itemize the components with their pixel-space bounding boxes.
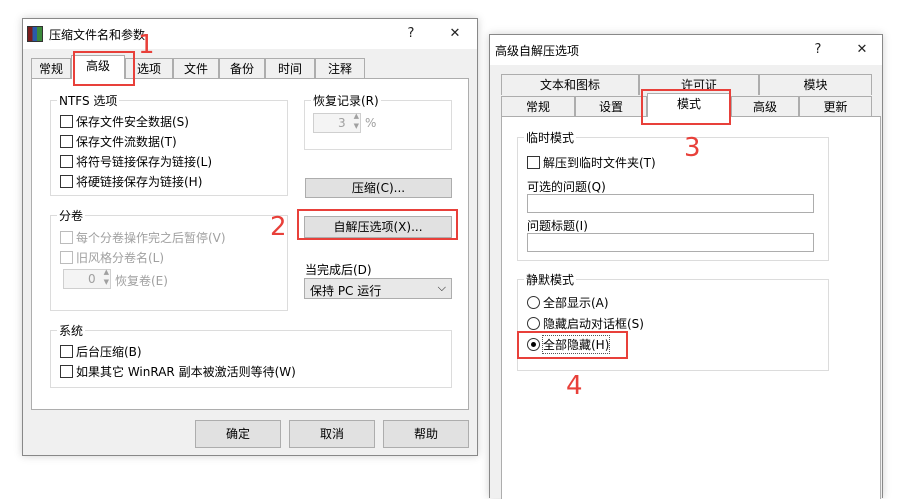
highlight-box-mode-tab: [641, 89, 731, 125]
close-icon[interactable]: ✕: [443, 23, 467, 45]
checkbox-box[interactable]: [60, 345, 73, 358]
compress-button[interactable]: 压缩(C)...: [305, 178, 452, 198]
checkbox-label: 解压到临时文件夹(T): [543, 156, 656, 170]
question-title-label: 问题标题(I): [527, 219, 588, 233]
tab-comment[interactable]: 注释: [315, 58, 365, 79]
title-bar[interactable]: 压缩文件名和参数 ? ✕: [23, 19, 477, 49]
checkbox-save-streams[interactable]: 保存文件流数据(T): [60, 133, 177, 150]
spin-up-icon[interactable]: ▲: [354, 112, 359, 120]
group-title: 系统: [57, 322, 86, 339]
radio-show-all[interactable]: 全部显示(A): [527, 294, 609, 311]
group-title: 临时模式: [524, 129, 577, 146]
spinner-value: 0: [88, 272, 96, 286]
checkbox-save-security[interactable]: 保存文件安全数据(S): [60, 113, 189, 130]
chevron-down-icon: ⌵: [437, 281, 446, 294]
recovery-volumes-label: 恢复卷(E): [115, 274, 168, 288]
radio-button[interactable]: [527, 317, 540, 330]
checkbox-label: 保存文件安全数据(S): [76, 115, 189, 129]
temp-mode-group: 临时模式 解压到临时文件夹(T) 可选的问题(Q) 问题标题(I): [517, 129, 829, 261]
tab-files[interactable]: 文件: [173, 58, 219, 79]
help-button[interactable]: 帮助: [383, 420, 469, 448]
checkbox-box[interactable]: [60, 115, 73, 128]
optional-question-input[interactable]: [527, 194, 814, 213]
checkbox-hardlinks[interactable]: 将硬链接保存为链接(H): [60, 173, 202, 190]
radio-hide-start[interactable]: 隐藏启动对话框(S): [527, 315, 644, 332]
annotation-number: 2: [270, 212, 287, 242]
tab-update[interactable]: 更新: [799, 96, 872, 117]
radio-label: 全部显示(A): [543, 296, 609, 310]
tab-general[interactable]: 常规: [501, 96, 575, 117]
checkbox-label: 后台压缩(B): [76, 345, 142, 359]
group-title: 分卷: [57, 207, 86, 224]
question-title-input[interactable]: [527, 233, 814, 252]
spinner-value: 3: [338, 116, 346, 130]
tab-text-icon[interactable]: 文本和图标: [501, 74, 639, 95]
tab-setup[interactable]: 设置: [575, 96, 647, 117]
checkbox-label: 每个分卷操作完之后暂停(V): [76, 231, 226, 245]
group-title: NTFS 选项: [57, 92, 120, 109]
annotation-number: 1: [138, 30, 155, 60]
ok-button[interactable]: 确定: [195, 420, 281, 448]
help-icon[interactable]: ?: [806, 39, 830, 61]
optional-question-label: 可选的问题(Q): [527, 180, 606, 194]
volumes-group: 分卷 每个分卷操作完之后暂停(V) 旧风格分卷名(L) 0 ▲ ▼ 恢复卷(E): [50, 207, 288, 311]
on-complete-select[interactable]: 保持 PC 运行 ⌵: [304, 278, 452, 299]
checkbox-box[interactable]: [60, 135, 73, 148]
recovery-volumes-spinner[interactable]: 0 ▲ ▼: [63, 268, 111, 289]
checkbox-label: 保存文件流数据(T): [76, 135, 177, 149]
annotation-number: 3: [684, 133, 701, 163]
checkbox-old-style-names[interactable]: 旧风格分卷名(L): [60, 249, 164, 266]
spin-up-icon[interactable]: ▲: [104, 268, 109, 276]
percent-unit: %: [365, 116, 377, 130]
checkbox-wait-other[interactable]: 如果其它 WinRAR 副本被激活则等待(W): [60, 363, 296, 380]
help-icon[interactable]: ?: [399, 23, 423, 45]
checkbox-extract-temp[interactable]: 解压到临时文件夹(T): [527, 154, 656, 171]
checkbox-pause-volumes[interactable]: 每个分卷操作完之后暂停(V): [60, 229, 226, 246]
tab-module[interactable]: 模块: [759, 74, 872, 95]
checkbox-background[interactable]: 后台压缩(B): [60, 343, 142, 360]
mode-panel: 临时模式 解压到临时文件夹(T) 可选的问题(Q) 问题标题(I) 静默模式 全…: [501, 116, 881, 499]
annotation-number: 4: [566, 371, 583, 401]
window-title: 压缩文件名和参数: [49, 28, 146, 42]
cancel-button[interactable]: 取消: [289, 420, 375, 448]
checkbox-symlinks[interactable]: 将符号链接保存为链接(L): [60, 153, 212, 170]
title-bar[interactable]: 高级自解压选项 ? ✕: [490, 35, 882, 65]
checkbox-box[interactable]: [527, 156, 540, 169]
checkbox-label: 如果其它 WinRAR 副本被激活则等待(W): [76, 365, 296, 379]
recovery-record-group: 恢复记录(R) 3 ▲ ▼ %: [304, 92, 452, 150]
recovery-record-spinner[interactable]: 3 ▲ ▼: [313, 112, 361, 133]
tab-backup[interactable]: 备份: [219, 58, 265, 79]
radio-label: 隐藏启动对话框(S): [543, 317, 644, 331]
tab-general[interactable]: 常规: [31, 58, 71, 79]
checkbox-box[interactable]: [60, 231, 73, 244]
select-value: 保持 PC 运行: [310, 284, 382, 298]
tab-time[interactable]: 时间: [265, 58, 315, 79]
spin-down-icon[interactable]: ▼: [104, 278, 109, 286]
checkbox-label: 将硬链接保存为链接(H): [76, 175, 203, 189]
checkbox-label: 将符号链接保存为链接(L): [76, 155, 213, 169]
tab-advanced[interactable]: 高级: [731, 96, 799, 117]
group-title: 静默模式: [524, 271, 577, 288]
checkbox-box[interactable]: [60, 175, 73, 188]
checkbox-box[interactable]: [60, 251, 73, 264]
radio-button[interactable]: [527, 296, 540, 309]
system-group: 系统 后台压缩(B) 如果其它 WinRAR 副本被激活则等待(W): [50, 322, 452, 388]
close-icon[interactable]: ✕: [850, 39, 874, 61]
group-title: 恢复记录(R): [311, 92, 381, 109]
highlight-box-hide-all: [517, 331, 628, 359]
checkbox-label: 旧风格分卷名(L): [76, 251, 165, 265]
winrar-logo-icon: [27, 26, 43, 42]
highlight-box-advanced-tab: [73, 51, 135, 86]
checkbox-box[interactable]: [60, 365, 73, 378]
advanced-panel: NTFS 选项 保存文件安全数据(S) 保存文件流数据(T) 将符号链接保存为链…: [31, 78, 469, 410]
on-complete-label: 当完成后(D): [305, 263, 372, 277]
window-title: 高级自解压选项: [495, 44, 580, 58]
highlight-box-sfx-button: [297, 209, 458, 240]
ntfs-options-group: NTFS 选项 保存文件安全数据(S) 保存文件流数据(T) 将符号链接保存为链…: [50, 92, 288, 196]
checkbox-box[interactable]: [60, 155, 73, 168]
spin-down-icon[interactable]: ▼: [354, 122, 359, 130]
